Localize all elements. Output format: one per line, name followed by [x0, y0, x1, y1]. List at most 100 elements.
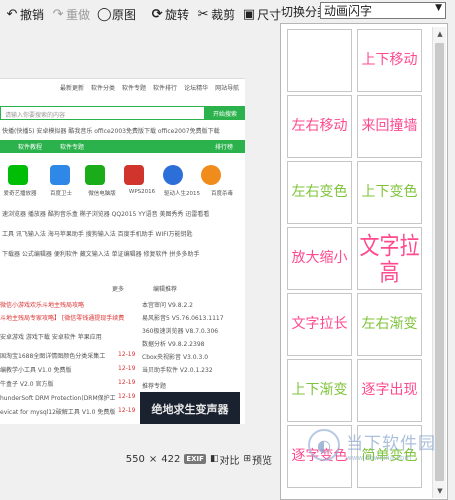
effect-tile[interactable]: 上下变色	[357, 161, 422, 224]
exif-button[interactable]: EXIF	[184, 454, 206, 464]
effect-label: 文字拉长	[291, 315, 348, 332]
undo-icon: ↶	[6, 6, 18, 22]
web-app-icon	[50, 165, 70, 185]
web-top-links: 最新更新 软件分类 软件专题 软件排行 论坛精华 网站导航	[0, 83, 245, 92]
web-recommend-item: Cbox央视影音 V3.0.3.0	[142, 354, 209, 361]
size-button[interactable]: ▣ 尺寸	[239, 3, 284, 25]
web-link: 软件分类	[91, 85, 116, 92]
effect-label: 左右移动	[291, 117, 348, 134]
web-nav-tab: 软件专题	[60, 144, 85, 151]
image-width: 550	[125, 453, 145, 465]
web-app-name: WPS2016	[128, 189, 156, 195]
web-hot-words: 快播(快播5) 安卓模拟器 酷我音乐 office2003免费版下载 offic…	[2, 128, 220, 135]
effect-label: 逐字出现	[361, 381, 418, 398]
web-link-row: 速浏览器 播放器 酷狗音乐盒 椭子浏览器 QQ2015 YY语音 美图秀秀 迅雷…	[2, 211, 210, 218]
web-link: 软件专题	[122, 85, 147, 92]
web-rank-label: 排行榜	[214, 144, 233, 151]
original-icon: ◯	[97, 6, 112, 22]
editor-toolbar: ↶ 撤销 ↷ 重做 ◯ 原图 ⟳ 旋转 ✂ 裁剪 ▣ 尺寸	[0, 0, 282, 28]
web-app-icon	[201, 165, 221, 185]
web-recommend-item: 数据分析 V9.8.2.2398	[142, 341, 205, 348]
effect-tile[interactable]: 来回撞墙	[357, 95, 422, 158]
effect-tile[interactable]: 上下渐变	[287, 359, 352, 422]
web-app-icon	[8, 165, 28, 185]
web-app-icon	[163, 165, 183, 185]
effect-tile[interactable]: 左右变色	[287, 161, 352, 224]
web-editor-label: 编辑推荐	[153, 286, 178, 293]
web-app-name: 百度杀毒	[210, 191, 233, 197]
web-article: evicat for mysql12破解工具 V1.0 免费版	[0, 409, 115, 416]
web-link-row: 下载器 公式编辑器 便利软件 藏文输入法 单证编辑器 修复软件 拼多多助手	[2, 251, 200, 258]
web-banner: 绝地求生变声器	[140, 392, 240, 424]
web-app-names: 爱奇艺播放器 百度卫士 微信电脑版 WPS2016 驱动人生2015 百度杀毒	[0, 189, 245, 197]
watermark-logo-icon: ◐	[308, 429, 340, 461]
web-recommend-item: 360极速浏览器 V8.7.0.306	[142, 328, 219, 335]
web-link: 软件排行	[153, 85, 178, 92]
web-link-row: 工具 讯飞输入法 海马苹果助手 搜狗输入法 百度手机助手 WIFI万能钥匙	[2, 231, 193, 238]
preview-icon: ⊞	[243, 454, 251, 464]
web-search-button: 开始搜索	[205, 106, 245, 120]
undo-button[interactable]: ↶ 撤销	[2, 3, 47, 25]
effect-tile[interactable]: 上下移动	[357, 29, 422, 92]
scroll-up-icon[interactable]: ▲	[433, 27, 447, 41]
web-article: 国淘宝1688全图详情图颜色分类采集工	[0, 353, 106, 360]
web-article: 编教学小工具 V1.0 免费版	[0, 367, 72, 374]
web-app-name: 爱奇艺播放器	[3, 191, 37, 197]
web-article: 牛盒子 V2.0 官方版	[0, 381, 54, 388]
web-recommend-item: 本宫审问 V9.8.2.2	[142, 302, 194, 309]
effect-tile[interactable]: 逐字出现	[357, 359, 422, 422]
effect-tile[interactable]	[287, 29, 352, 92]
effect-label: 左右渐变	[361, 315, 418, 332]
preview-button[interactable]: ⊞ 预览	[243, 452, 272, 467]
rotate-icon: ⟳	[151, 6, 163, 22]
web-article-date: 12-19	[118, 351, 136, 358]
web-article: 斗地主残局专家攻略】 [微信零钱通提现手续费	[0, 315, 125, 322]
effect-label: 上下渐变	[291, 381, 348, 398]
web-app-name: 微信电脑版	[88, 191, 116, 197]
effect-label: 上下变色	[361, 183, 418, 200]
resize-icon: ▣	[242, 6, 256, 22]
scroll-thumb[interactable]	[435, 43, 444, 481]
web-nav-bar: 软件教程 软件专题 排行榜	[0, 140, 245, 153]
edited-image[interactable]: 最新更新 软件分类 软件专题 软件排行 论坛精华 网站导航 请输入你要搜索的内容…	[0, 78, 245, 424]
redo-button[interactable]: ↷ 重做	[48, 3, 93, 25]
web-article: hunderSoft DRM Protection(DRM保护工	[0, 395, 115, 402]
web-article-date: 12-19	[118, 379, 136, 386]
web-search-input: 请输入你要搜索的内容	[0, 106, 205, 120]
crop-button[interactable]: ✂ 裁剪	[193, 3, 238, 25]
web-article: 安卓游戏 游戏下载 安卓软件 苹果应用	[0, 334, 102, 341]
rotate-button[interactable]: ⟳ 旋转	[147, 3, 192, 25]
category-value: 动画闪字	[324, 4, 373, 18]
scroll-down-icon[interactable]: ▼	[433, 484, 447, 498]
compare-button[interactable]: ◧ 对比	[210, 452, 240, 467]
watermark-title: 当下软件园	[346, 433, 436, 454]
effect-tile[interactable]: 文字拉长	[287, 293, 352, 356]
effect-tile[interactable]: 左右移动	[287, 95, 352, 158]
web-recommend-item: 当贝助手软件 V2.0.1.232	[142, 367, 213, 374]
effect-label: 左右变色	[291, 183, 348, 200]
web-app-name: 百度卫士	[49, 191, 72, 197]
effect-tile[interactable]: 文字拉高	[357, 227, 422, 290]
dimension-separator: ×	[148, 453, 158, 465]
web-link: 论坛精华	[184, 85, 209, 92]
status-bar: 550 × 422 EXIF ◧ 对比 ⊞ 预览	[0, 448, 278, 470]
original-button[interactable]: ◯ 原图	[94, 3, 139, 25]
effect-tile[interactable]: 放大缩小	[287, 227, 352, 290]
web-recommend-label: 推荐专题	[142, 383, 167, 390]
category-select[interactable]: 动画闪字 ▼	[320, 2, 446, 19]
web-app-icon	[124, 165, 144, 185]
web-article-date: 12-19	[118, 407, 136, 414]
effect-label: 文字拉高	[359, 230, 420, 287]
web-app-icon	[85, 165, 105, 185]
web-link: 最新更新	[60, 85, 85, 92]
chevron-down-icon: ▼	[435, 3, 442, 13]
compare-icon: ◧	[209, 454, 219, 464]
effect-label: 来回撞墙	[361, 117, 418, 134]
effect-tile[interactable]: 左右渐变	[357, 293, 422, 356]
web-article-date: 12-19	[118, 365, 136, 372]
scissors-icon: ✂	[197, 6, 209, 22]
web-link: 网站导航	[215, 85, 240, 92]
effect-label: 放大缩小	[291, 249, 348, 266]
web-article: 微信小游戏欢乐斗地主残局攻略	[0, 302, 85, 309]
effect-label: 上下移动	[361, 51, 418, 68]
